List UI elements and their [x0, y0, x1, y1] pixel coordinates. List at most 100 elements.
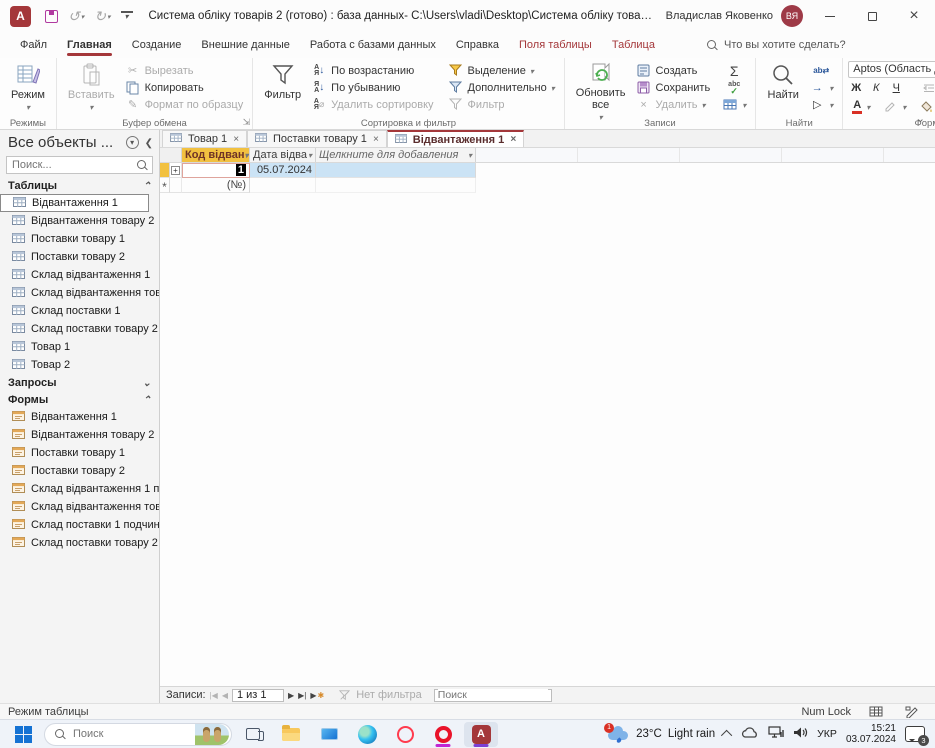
sort-ascending-button[interactable]: АЯ↓ По возрастанию [307, 62, 437, 79]
refresh-all-button[interactable]: Обновить все [570, 60, 632, 116]
nav-pane-title[interactable]: Все объекты ... [8, 134, 126, 151]
onedrive-icon[interactable] [741, 727, 759, 742]
sort-descending-button[interactable]: ЯА↓ По убыванию [307, 79, 437, 96]
new-blank-record-button[interactable] [310, 691, 324, 700]
nav-section-tables[interactable]: Таблицы [0, 177, 159, 194]
record-search-box[interactable] [434, 689, 552, 702]
toggle-filter-button[interactable]: Фильтр [444, 96, 559, 113]
column-dropdown-icon[interactable] [245, 149, 249, 161]
nav-table-item[interactable]: Товар 1 [0, 338, 159, 356]
nav-table-item[interactable]: Склад поставки товару 2 [0, 320, 159, 338]
new-record-selector[interactable] [160, 178, 170, 193]
display-app-button[interactable] [312, 722, 346, 747]
nav-search-box[interactable] [6, 156, 153, 174]
italic-button[interactable]: К [868, 82, 884, 94]
close-tab-icon[interactable] [373, 134, 379, 145]
avatar[interactable]: ВЯ [781, 5, 803, 27]
nav-form-item[interactable]: Поставки товару 1 [0, 444, 159, 462]
hidden-icons-chevron[interactable] [721, 730, 732, 741]
column-header-id[interactable]: Код відван [182, 148, 250, 162]
spelling-button[interactable]: abc✓ [724, 79, 744, 96]
record-selector-current[interactable] [160, 163, 170, 178]
tab-help[interactable]: Справка [446, 35, 509, 55]
nav-form-item[interactable]: Відвантаження товару 2 [0, 426, 159, 444]
cell-add-new[interactable] [316, 163, 476, 178]
next-record-button[interactable] [288, 691, 294, 700]
cell-new-add[interactable] [316, 178, 476, 193]
taskbar-search-input[interactable] [73, 728, 187, 740]
design-view-button[interactable] [901, 704, 923, 719]
nav-table-item[interactable]: Склад поставки 1 [0, 302, 159, 320]
object-tab[interactable]: Поставки товару 1 [247, 130, 387, 147]
cell-new-id[interactable]: (№) [182, 178, 250, 193]
table-row[interactable]: 1 05.07.2024 [160, 163, 935, 178]
tab-file[interactable]: Файл [10, 35, 57, 55]
selection-button[interactable]: Выделение [444, 62, 559, 79]
record-position[interactable]: 1 из 1 [232, 689, 284, 702]
access-taskbar-button[interactable]: A [464, 722, 498, 747]
notification-center-icon[interactable]: 3 [905, 726, 925, 742]
paste-button[interactable]: Вставить [62, 60, 121, 116]
undo-button[interactable] [68, 8, 84, 25]
advanced-filter-button[interactable]: Дополнительно [444, 79, 559, 96]
save-record-button[interactable]: Сохранить [632, 79, 715, 96]
column-dropdown-icon[interactable] [468, 149, 472, 161]
column-header-add[interactable]: Щелкните для добавления [316, 148, 476, 162]
new-record-row[interactable]: (№) [160, 178, 935, 193]
nav-table-item[interactable]: Відвантаження 1 [0, 194, 149, 212]
opera-button[interactable] [388, 722, 422, 747]
network-icon[interactable] [768, 726, 784, 742]
object-tab[interactable]: Товар 1 [162, 130, 247, 147]
nav-table-item[interactable]: Склад відвантаження 1 [0, 266, 159, 284]
nav-search-input[interactable] [12, 159, 137, 171]
delete-record-button[interactable]: × Удалить [632, 96, 715, 113]
search-highlight-image[interactable] [195, 724, 229, 745]
cell-date[interactable]: 05.07.2024 [250, 163, 316, 178]
cut-button[interactable]: ✂ Вырезать [121, 62, 248, 79]
copy-button[interactable]: Копировать [121, 79, 248, 96]
weather-widget[interactable]: 1 23°C Light rain [608, 726, 715, 743]
column-header-date[interactable]: Дата відва [250, 148, 316, 162]
highlight-button[interactable] [878, 98, 910, 116]
clock[interactable]: 15:21 03.07.2024 [846, 723, 896, 745]
decrease-indent-button[interactable] [917, 79, 935, 97]
file-explorer-button[interactable] [274, 722, 308, 747]
nav-form-item[interactable]: Поставки товару 2 [0, 462, 159, 480]
save-button[interactable] [45, 10, 58, 23]
format-painter-button[interactable]: ✎ Формат по образцу [121, 96, 248, 113]
column-dropdown-icon[interactable] [308, 149, 312, 161]
opera-o-button[interactable] [426, 722, 460, 747]
filter-status[interactable]: Нет фильтра [336, 687, 422, 703]
collapse-ribbon-button[interactable] [916, 112, 925, 125]
nav-form-item[interactable]: Відвантаження 1 [0, 408, 159, 426]
goto-button[interactable]: → [805, 79, 837, 96]
nav-section-forms[interactable]: Формы [0, 391, 159, 408]
record-search-input[interactable] [438, 689, 548, 701]
find-button[interactable]: Найти [761, 60, 805, 116]
view-button[interactable]: Режим [5, 60, 51, 116]
underline-button[interactable]: Ч [888, 82, 904, 94]
nav-form-item[interactable]: Склад поставки 1 подчине... [0, 516, 159, 534]
tell-me-search[interactable]: Что вы хотите сделать? [707, 39, 846, 51]
object-tab-active[interactable]: Відвантаження 1 [387, 130, 524, 147]
remove-sort-button[interactable]: АЯ⌀ Удалить сортировку [307, 96, 437, 113]
nav-table-item[interactable]: Відвантаження товару 2 [0, 212, 159, 230]
account-area[interactable]: Владислав Яковенко ВЯ [666, 5, 803, 27]
tab-create[interactable]: Создание [122, 35, 192, 55]
task-view-button[interactable] [236, 722, 270, 747]
totals-button[interactable]: Σ [726, 62, 743, 79]
restore-button[interactable] [851, 0, 893, 32]
nav-form-item[interactable]: Склад поставки товару 2 п... [0, 534, 159, 552]
nav-table-item[interactable]: Поставки товару 2 [0, 248, 159, 266]
cell-id-editing[interactable]: 1 [182, 163, 250, 178]
more-records-button[interactable] [718, 96, 750, 113]
last-record-button[interactable] [298, 691, 306, 700]
close-button[interactable] [893, 0, 935, 32]
nav-pane-menu-icon[interactable] [126, 136, 139, 149]
tab-table-fields[interactable]: Поля таблицы [509, 35, 602, 55]
nav-table-item[interactable]: Товар 2 [0, 356, 159, 374]
nav-table-item[interactable]: Поставки товару 1 [0, 230, 159, 248]
font-color-button[interactable]: А [848, 98, 874, 116]
select-button[interactable]: ▷ [805, 96, 837, 113]
nav-table-item[interactable]: Склад відвантаження това... [0, 284, 159, 302]
